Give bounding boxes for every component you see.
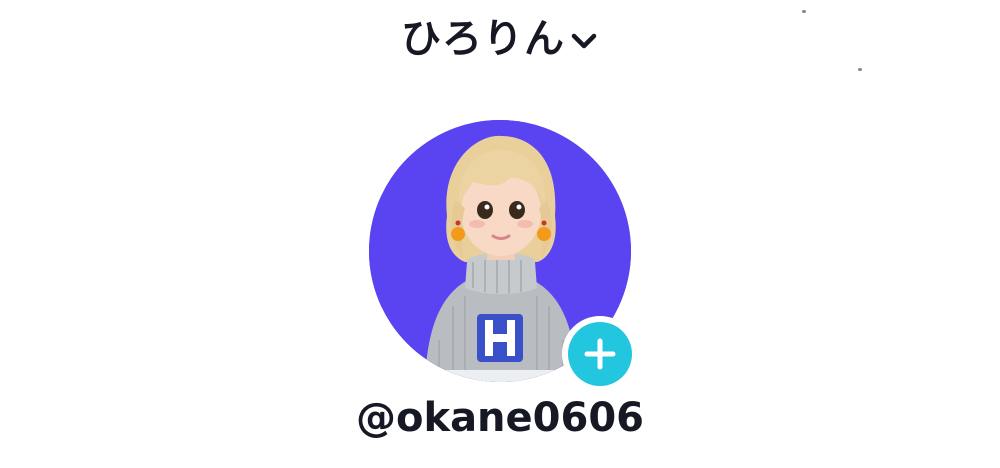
account-switcher[interactable]: ひろりん bbox=[401, 19, 599, 59]
username: @okane0606 bbox=[355, 395, 644, 441]
speck bbox=[802, 10, 806, 13]
speck bbox=[858, 68, 862, 71]
display-name: ひろりん bbox=[401, 16, 565, 62]
avatar-container[interactable] bbox=[369, 120, 638, 392]
add-photo-button[interactable] bbox=[562, 316, 638, 392]
profile-header: ひろりん bbox=[0, 8, 1000, 70]
add-badge-circle bbox=[568, 322, 632, 386]
plus-icon bbox=[584, 338, 616, 370]
chevron-down-icon[interactable] bbox=[569, 26, 599, 56]
